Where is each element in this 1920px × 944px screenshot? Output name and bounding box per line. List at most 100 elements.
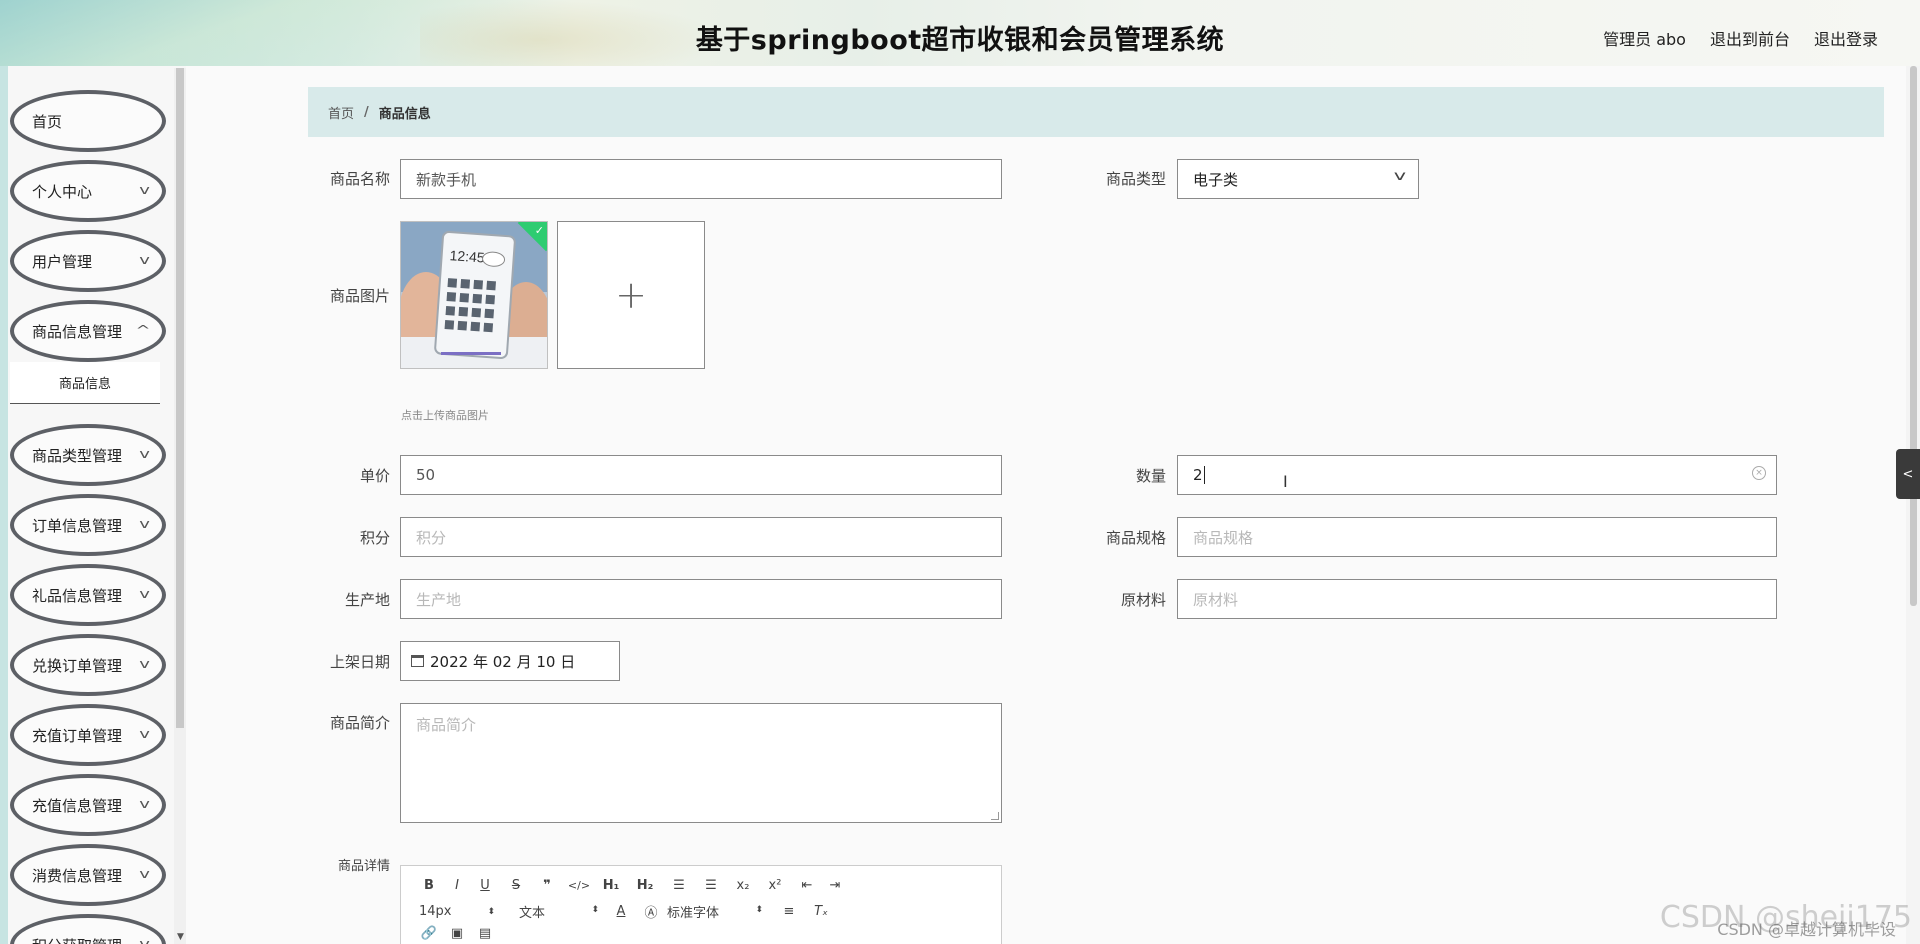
italic-icon[interactable]: I [443,878,471,893]
points-label: 积分 [359,529,390,547]
sidebar-item-user-management[interactable]: 用户管理 v [10,230,166,292]
intro-placeholder: 商品简介 [416,716,477,734]
sidebar-item-points-management[interactable]: 积分获取管理 v [10,914,166,944]
font-family-select[interactable]: 标准字体 ⬍ [667,902,771,921]
product-type-label: 商品类型 [1105,170,1166,188]
page-scrollbar-thumb[interactable] [1910,66,1917,606]
resize-grip-icon[interactable] [991,812,999,820]
strikethrough-icon[interactable]: S [499,878,533,893]
sidebar-accent-strip [0,66,8,944]
price-label: 单价 [359,467,390,485]
breadcrumb-home[interactable]: 首页 [328,103,354,122]
product-name-input[interactable]: 新款手机 [400,159,1002,199]
logout-link[interactable]: 退出登录 [1814,26,1878,50]
blockquote-icon[interactable]: ❞ [533,878,561,893]
font-size-select[interactable]: 14px ⬍ [419,904,503,919]
calendar-icon [411,655,424,667]
material-placeholder: 原材料 [1193,590,1239,609]
sidebar-item-product-type-management[interactable]: 商品类型管理 v [10,424,166,486]
chevron-up-icon: ^ [135,323,151,337]
code-block-icon[interactable]: </> [561,879,597,892]
sidebar-item-label: 积分获取管理 [32,935,122,944]
top-header: 基于springboot超市收银和会员管理系统 管理员 abo 退出到前台 退出… [0,0,1920,66]
clear-icon[interactable]: × [1752,466,1766,480]
sidebar-item-label: 消费信息管理 [32,866,123,885]
collapse-panel-button[interactable]: < [1896,449,1920,499]
bullet-list-icon[interactable]: ☰ [693,878,729,893]
sidebar-item-label: 个人中心 [32,182,93,201]
points-placeholder: 积分 [416,528,447,547]
phone-photo-image: 12:45 [401,222,547,368]
price-input[interactable]: 50 [400,455,1002,495]
text-cursor [1203,466,1205,484]
background-color-icon[interactable]: Ⓐ [635,902,667,921]
material-input[interactable]: 原材料 [1177,579,1777,619]
product-name-value: 新款手机 [416,170,477,189]
underline-icon[interactable]: U [471,878,499,893]
video-icon[interactable]: ▤ [471,926,499,941]
sidebar-scrollbar[interactable]: ▼ [174,68,186,944]
sidebar-item-product-management[interactable]: 商品信息管理 ^ [10,300,166,362]
add-image-button[interactable]: + [557,221,705,369]
plus-icon: + [615,273,647,317]
ordered-list-icon[interactable]: ☰ [665,878,693,893]
points-input[interactable]: 积分 [400,517,1002,557]
font-size-value: 14px [419,904,452,919]
quantity-input[interactable]: 2 × [1177,455,1777,495]
product-image-label: 商品图片 [329,287,390,305]
text-type-select[interactable]: 文本 ⬍ [503,902,607,921]
intro-textarea[interactable]: 商品简介 [400,703,1002,823]
editor-toolbar-row-1: B I U S ❞ </> H₁ H₂ ☰ ☰ x₂ x² ⇤ ⇥ [415,878,849,893]
link-icon[interactable]: 🔗 [415,926,443,941]
indent-icon[interactable]: ⇥ [821,878,849,893]
product-image-thumbnail[interactable]: 12:45 ✓ [400,221,548,369]
sidebar-item-gift-management[interactable]: 礼品信息管理 v [10,564,166,626]
select-arrows-icon: ⬍ [591,905,599,915]
quantity-label: 数量 [1135,467,1166,485]
sidebar-subitem-product-info[interactable]: 商品信息 [10,362,160,404]
sidebar-item-home[interactable]: 首页 [10,90,166,152]
sidebar-item-label: 兑换订单管理 [32,656,123,675]
sidebar-item-label: 商品信息管理 [32,322,123,341]
sidebar-item-personal-center[interactable]: 个人中心 v [10,160,166,222]
rich-text-editor[interactable]: B I U S ❞ </> H₁ H₂ ☰ ☰ x₂ x² ⇤ ⇥ 14px ⬍… [400,865,1002,944]
scroll-down-arrow-icon[interactable]: ▼ [177,932,184,942]
sidebar-item-exchange-order-management[interactable]: 兑换订单管理 v [10,634,166,696]
back-to-front-link[interactable]: 退出到前台 [1710,26,1790,50]
admin-user-label: 管理员 abo [1603,30,1686,49]
upload-tip: 点击上传商品图片 [401,409,489,422]
sidebar-scrollbar-thumb[interactable] [176,68,184,728]
header-user-actions: 管理员 abo 退出到前台 退出登录 [1603,26,1878,50]
sidebar-item-order-management[interactable]: 订单信息管理 v [10,494,166,556]
listing-date-picker[interactable]: 2022 年 02 月 10 日 [400,641,620,681]
outdent-icon[interactable]: ⇤ [793,878,821,893]
intro-label: 商品简介 [329,714,390,732]
sidebar-item-recharge-order-management[interactable]: 充值订单管理 v [10,704,166,766]
sidebar-item-recharge-info-management[interactable]: 充值信息管理 v [10,774,166,836]
image-icon[interactable]: ▣ [443,926,471,941]
sidebar-item-consumption-management[interactable]: 消费信息管理 v [10,844,166,906]
align-icon[interactable]: ≡ [771,904,807,919]
chevron-down-icon: v [139,253,150,267]
editor-toolbar-row-3: 🔗 ▣ ▤ [415,926,499,941]
chevron-down-icon: v [139,657,150,671]
origin-input[interactable]: 生产地 [400,579,1002,619]
chevron-down-icon: v [139,727,150,741]
heading-2-icon[interactable]: H₂ [625,878,665,893]
clear-format-icon[interactable]: Tₓ [807,904,835,919]
chevron-down-icon: v [139,587,150,601]
text-type-value: 文本 [519,906,546,921]
heading-1-icon[interactable]: H₁ [597,878,625,893]
material-label: 原材料 [1120,591,1166,609]
chevron-left-icon: < [1902,466,1914,482]
bold-icon[interactable]: B [415,878,443,893]
product-type-select[interactable]: 电子类 v [1177,159,1419,199]
page-scrollbar[interactable] [1906,66,1920,944]
listing-date-label: 上架日期 [329,653,390,671]
superscript-icon[interactable]: x² [757,878,793,893]
spec-input[interactable]: 商品规格 [1177,517,1777,557]
font-color-icon[interactable]: A [607,904,635,919]
sidebar-item-label: 充值信息管理 [32,796,123,815]
subscript-icon[interactable]: x₂ [729,878,757,893]
origin-label: 生产地 [344,591,390,609]
